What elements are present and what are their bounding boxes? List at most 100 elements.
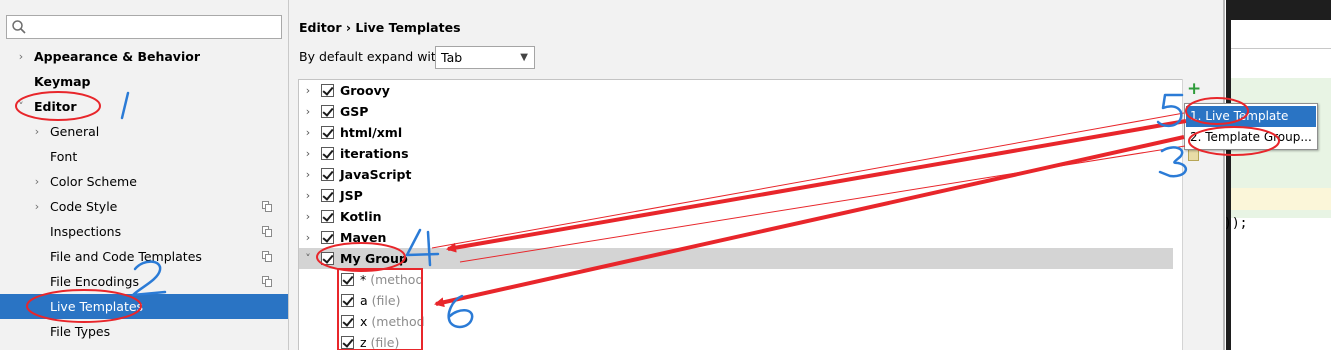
template-group-name: Kotlin — [340, 209, 382, 224]
template-group-name: GSP — [340, 104, 369, 119]
template-group-row[interactable]: › Groovy — [299, 80, 1173, 101]
sidebar-item-live-templates[interactable]: Live Templates — [0, 294, 288, 319]
breadcrumb: Editor › Live Templates — [299, 20, 461, 35]
sidebar-item-label: Keymap — [34, 74, 91, 89]
expand-with-value: Tab — [441, 50, 463, 65]
template-checkbox[interactable] — [341, 294, 354, 307]
template-description: (method — [371, 314, 425, 329]
template-abbreviation: * (method — [360, 269, 423, 290]
sidebar-item-label: General — [50, 124, 100, 139]
sidebar-item-label: Code Style — [50, 199, 118, 214]
search-icon — [12, 20, 26, 34]
chevron-right-icon[interactable]: › — [302, 80, 314, 101]
chevron-down-icon[interactable]: ˅ — [16, 94, 26, 119]
sidebar-item-file-encodings[interactable]: File Encodings — [0, 269, 288, 294]
template-group-name: JavaScript — [340, 167, 412, 182]
template-group-row[interactable]: › Kotlin — [299, 206, 1173, 227]
expand-with-label: By default expand with — [299, 49, 444, 64]
template-group-row[interactable]: › iterations — [299, 143, 1173, 164]
template-abbreviation: x (method — [360, 311, 425, 332]
group-checkbox[interactable] — [321, 168, 334, 181]
project-scope-icon — [262, 276, 272, 287]
sidebar-item-label: Editor — [34, 99, 77, 114]
editor-divider — [1231, 48, 1331, 49]
chevron-right-icon[interactable]: › — [302, 206, 314, 227]
template-group-row[interactable]: › html/xml — [299, 122, 1173, 143]
group-checkbox[interactable] — [321, 147, 334, 160]
sidebar-item-code-style[interactable]: › Code Style — [0, 194, 288, 219]
project-scope-icon — [262, 201, 272, 212]
sidebar-item-general[interactable]: › General — [0, 119, 288, 144]
template-group-row[interactable]: › GSP — [299, 101, 1173, 122]
template-group-row[interactable]: ˅ My Group — [299, 248, 1173, 269]
group-checkbox[interactable] — [321, 189, 334, 202]
sidebar-item-label: Inspections — [50, 224, 122, 239]
menu-item-live-template[interactable]: 1. Live Template — [1186, 106, 1316, 127]
sidebar-item-file-and-code-templates[interactable]: File and Code Templates — [0, 244, 288, 269]
template-checkbox[interactable] — [341, 273, 354, 286]
template-group-name: Maven — [340, 230, 387, 245]
add-popup-menu: 1. Live Template 2. Template Group... — [1184, 103, 1318, 150]
chevron-down-icon[interactable]: ˅ — [302, 248, 314, 269]
template-group-name: html/xml — [340, 125, 403, 140]
group-checkbox[interactable] — [321, 231, 334, 244]
template-row[interactable]: a (file) — [299, 290, 1173, 311]
template-group-row[interactable]: › JavaScript — [299, 164, 1173, 185]
chevron-right-icon[interactable]: › — [32, 119, 42, 144]
menu-item-template-group[interactable]: 2. Template Group... — [1186, 127, 1316, 148]
sidebar-item-editor[interactable]: ˅ Editor — [0, 94, 288, 119]
template-checkbox[interactable] — [341, 315, 354, 328]
template-abbreviation: a (file) — [360, 290, 400, 311]
template-group-name: My Group — [340, 251, 408, 266]
template-abbr-text: * — [360, 272, 367, 287]
chevron-right-icon[interactable]: › — [302, 143, 314, 164]
sidebar-item-label: File and Code Templates — [50, 249, 202, 264]
group-checkbox[interactable] — [321, 210, 334, 223]
sidebar-item-label: Font — [50, 149, 78, 164]
sidebar-item-label: Color Scheme — [50, 174, 137, 189]
chevron-right-icon[interactable]: › — [302, 227, 314, 248]
chevron-right-icon[interactable]: › — [302, 164, 314, 185]
template-group-name: JSP — [340, 188, 363, 203]
template-checkbox[interactable] — [341, 336, 354, 349]
expand-with-select[interactable]: Tab ▼ — [435, 46, 535, 69]
paste-icon[interactable] — [1188, 149, 1199, 161]
chevron-right-icon[interactable]: › — [32, 194, 42, 219]
template-group-row[interactable]: › JSP — [299, 185, 1173, 206]
sidebar-item-inspections[interactable]: Inspections — [0, 219, 288, 244]
group-checkbox[interactable] — [321, 84, 334, 97]
template-group-row[interactable]: › Maven — [299, 227, 1173, 248]
settings-search-input[interactable] — [6, 15, 282, 39]
add-icon[interactable]: + — [1187, 81, 1201, 98]
live-templates-panel: Editor › Live Templates By default expan… — [289, 0, 1225, 350]
chevron-right-icon[interactable]: › — [32, 169, 42, 194]
editor-current-line — [1231, 188, 1331, 210]
sidebar-item-file-types[interactable]: File Types — [0, 319, 288, 344]
template-description: (file) — [371, 293, 401, 308]
sidebar-item-label: File Types — [50, 324, 111, 339]
group-checkbox[interactable] — [321, 126, 334, 139]
chevron-right-icon[interactable]: › — [302, 185, 314, 206]
chevron-down-icon: ▼ — [520, 52, 528, 63]
sidebar-item-label: Appearance & Behavior — [34, 49, 200, 64]
template-abbreviation: z (file) — [360, 332, 399, 350]
group-checkbox[interactable] — [321, 252, 334, 265]
sidebar-item-appearance-behavior[interactable]: › Appearance & Behavior — [0, 44, 288, 69]
template-group-name: iterations — [340, 146, 409, 161]
project-scope-icon — [262, 226, 272, 237]
template-description: (method — [370, 272, 424, 287]
chevron-right-icon[interactable]: › — [16, 44, 26, 69]
group-checkbox[interactable] — [321, 105, 334, 118]
template-row[interactable]: * (method — [299, 269, 1173, 290]
settings-sidebar: › Appearance & Behavior Keymap ˅ Editor › Gene… — [0, 0, 289, 350]
chevron-right-icon[interactable]: › — [302, 101, 314, 122]
sidebar-item-font[interactable]: Font — [0, 144, 288, 169]
template-group-name: Groovy — [340, 83, 390, 98]
sidebar-item-color-scheme[interactable]: › Color Scheme — [0, 169, 288, 194]
template-row[interactable]: x (method — [299, 311, 1173, 332]
sidebar-item-keymap[interactable]: Keymap — [0, 69, 288, 94]
template-abbr-text: x — [360, 314, 368, 329]
chevron-right-icon[interactable]: › — [302, 122, 314, 143]
template-description: (file) — [370, 335, 400, 350]
template-row[interactable]: z (file) — [299, 332, 1173, 350]
